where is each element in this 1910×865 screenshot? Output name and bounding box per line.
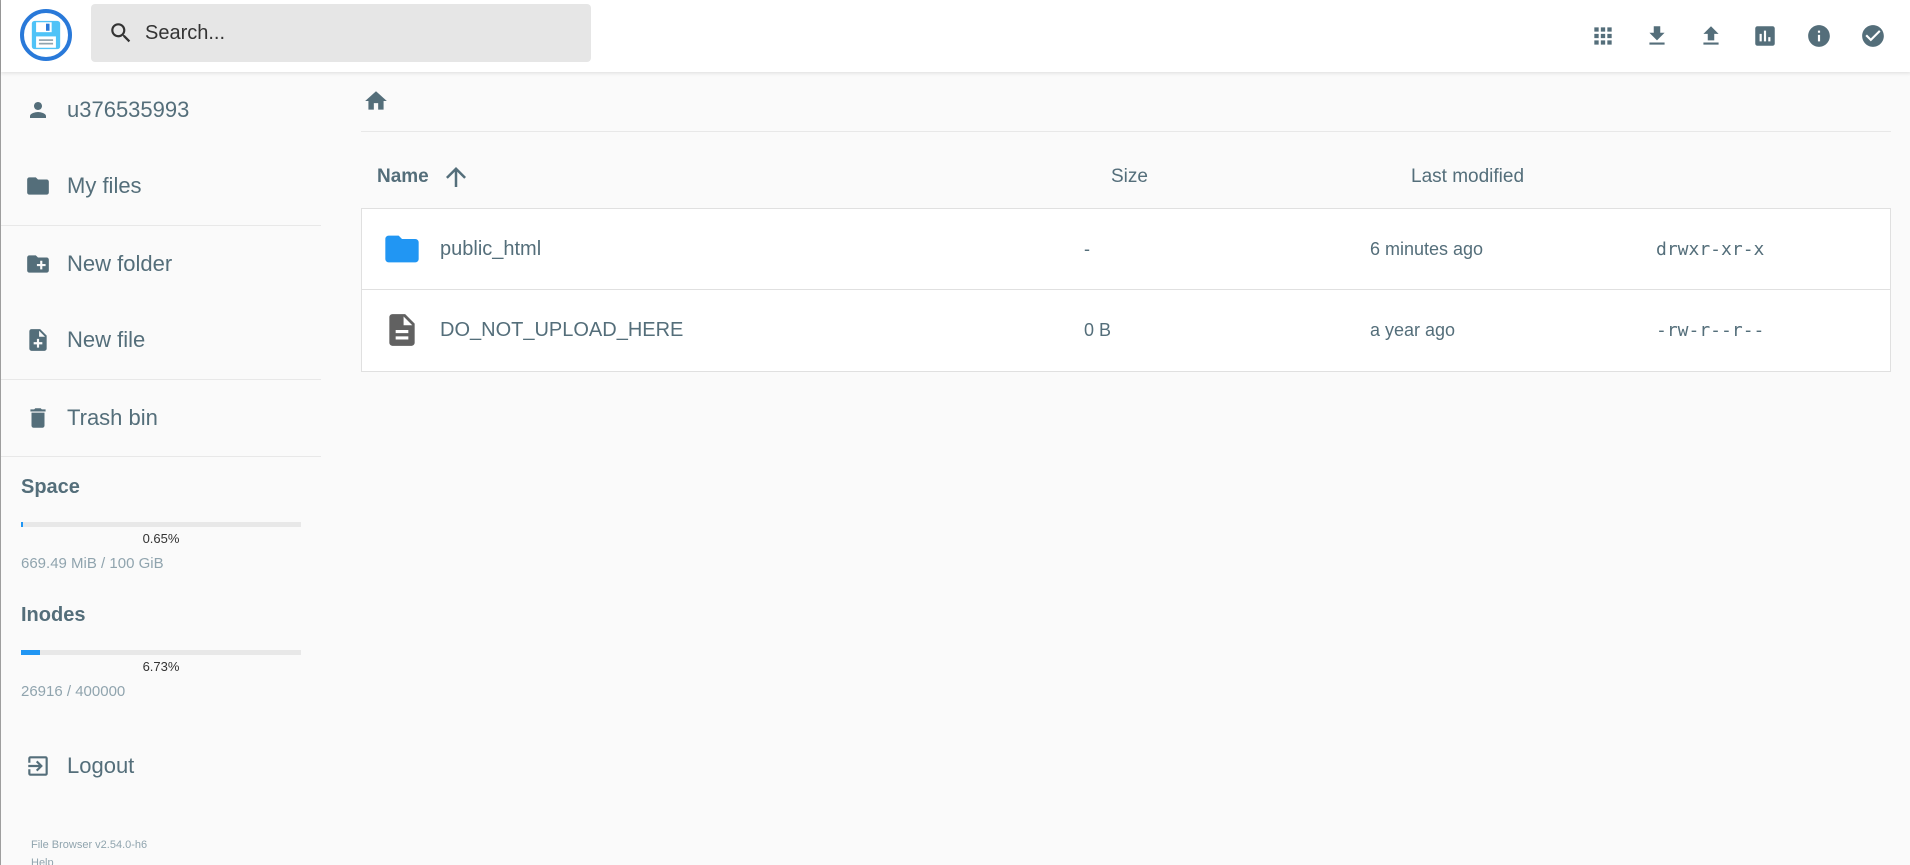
disk-usage-button[interactable] — [1745, 16, 1785, 56]
folder-icon — [382, 229, 422, 269]
file-size: 0 B — [1084, 319, 1112, 340]
bar-chart-icon — [1752, 23, 1778, 49]
home-icon — [363, 88, 389, 114]
divider — [1, 456, 321, 457]
grid-view-icon — [1590, 23, 1616, 49]
search-box[interactable] — [91, 4, 591, 62]
sidebar-item-new-folder[interactable]: New folder — [1, 226, 321, 302]
info-icon — [1806, 23, 1832, 49]
sidebar-item-new-file[interactable]: New file — [1, 302, 321, 378]
check-circle-icon — [1860, 23, 1886, 49]
file-document-icon — [382, 310, 422, 350]
file-list: public_html - 6 minutes ago drwxr-xr-x D… — [361, 208, 1891, 372]
file-permissions: drwxr-xr-x — [1656, 238, 1765, 260]
note-add-icon — [25, 327, 51, 353]
file-permissions: -rw-r--r-- — [1656, 319, 1765, 341]
search-icon — [107, 19, 135, 47]
trash-bin-label: Trash bin — [67, 405, 158, 430]
create-new-folder-icon — [25, 251, 51, 277]
breadcrumb-home[interactable] — [361, 86, 391, 116]
inodes-progress-fill — [21, 650, 40, 655]
column-modified-header[interactable]: Last modified — [1411, 146, 1524, 208]
header-actions — [1569, 16, 1893, 56]
column-modified-label: Last modified — [1411, 166, 1525, 187]
column-size-label: Size — [1111, 166, 1148, 187]
space-percent: 0.65% — [142, 531, 180, 546]
sidebar-item-trash-bin[interactable]: Trash bin — [1, 380, 321, 456]
list-item[interactable]: DO_NOT_UPLOAD_HERE 0 B a year ago -rw-r-… — [362, 290, 1890, 371]
trash-icon — [25, 405, 51, 431]
sidebar-item-user[interactable]: u376535993 — [1, 72, 321, 148]
upload-button[interactable] — [1691, 16, 1731, 56]
arrow-upward-icon — [441, 162, 471, 192]
logout-icon — [25, 753, 51, 779]
new-folder-label: New folder — [67, 251, 173, 276]
download-button[interactable] — [1637, 16, 1677, 56]
column-name-header[interactable]: Name — [377, 146, 471, 208]
select-multiple-button[interactable] — [1853, 16, 1893, 56]
column-name-label: Name — [377, 166, 429, 187]
file-name: DO_NOT_UPLOAD_HERE — [440, 318, 684, 341]
sidebar-item-my-files[interactable]: My files — [1, 148, 321, 224]
space-title: Space — [21, 476, 80, 498]
help-link[interactable]: Help — [31, 857, 54, 865]
file-size: - — [1084, 238, 1090, 259]
file-name: public_html — [440, 237, 542, 260]
new-file-label: New file — [67, 327, 146, 352]
switch-view-button[interactable] — [1583, 16, 1623, 56]
logout-label: Logout — [67, 753, 135, 778]
my-files-label: My files — [67, 173, 142, 198]
file-listing: Name Size Last modified public_html - 6 … — [361, 72, 1891, 865]
inodes-progress-bar — [21, 650, 301, 655]
space-progress-bar — [21, 522, 301, 527]
space-usage: 669.49 MiB / 100 GiB — [21, 555, 164, 572]
column-size-header[interactable]: Size — [1111, 146, 1148, 208]
breadcrumb — [361, 72, 1891, 132]
inodes-percent: 6.73% — [142, 659, 180, 674]
search-input[interactable] — [145, 21, 565, 45]
file-modified: a year ago — [1370, 319, 1456, 340]
list-header: Name Size Last modified — [361, 146, 1891, 208]
space-progress-fill — [21, 522, 23, 527]
sidebar-item-logout[interactable]: Logout — [1, 728, 321, 804]
username-label: u376535993 — [67, 97, 190, 122]
upload-icon — [1698, 23, 1724, 49]
info-button[interactable] — [1799, 16, 1839, 56]
file-browser-logo[interactable] — [20, 9, 72, 61]
folder-icon — [25, 173, 51, 199]
inodes-usage: 26916 / 400000 — [21, 683, 126, 700]
floppy-disk-icon — [31, 20, 61, 50]
download-icon — [1644, 23, 1670, 49]
top-bar — [1, 0, 1910, 72]
file-modified: 6 minutes ago — [1370, 238, 1484, 259]
person-icon — [25, 97, 51, 123]
version-text: File Browser v2.54.0-h6 — [31, 839, 148, 851]
list-item[interactable]: public_html - 6 minutes ago drwxr-xr-x — [362, 209, 1890, 290]
inodes-title: Inodes — [21, 604, 86, 626]
sidebar: u376535993 My files New folder New file … — [1, 72, 321, 865]
